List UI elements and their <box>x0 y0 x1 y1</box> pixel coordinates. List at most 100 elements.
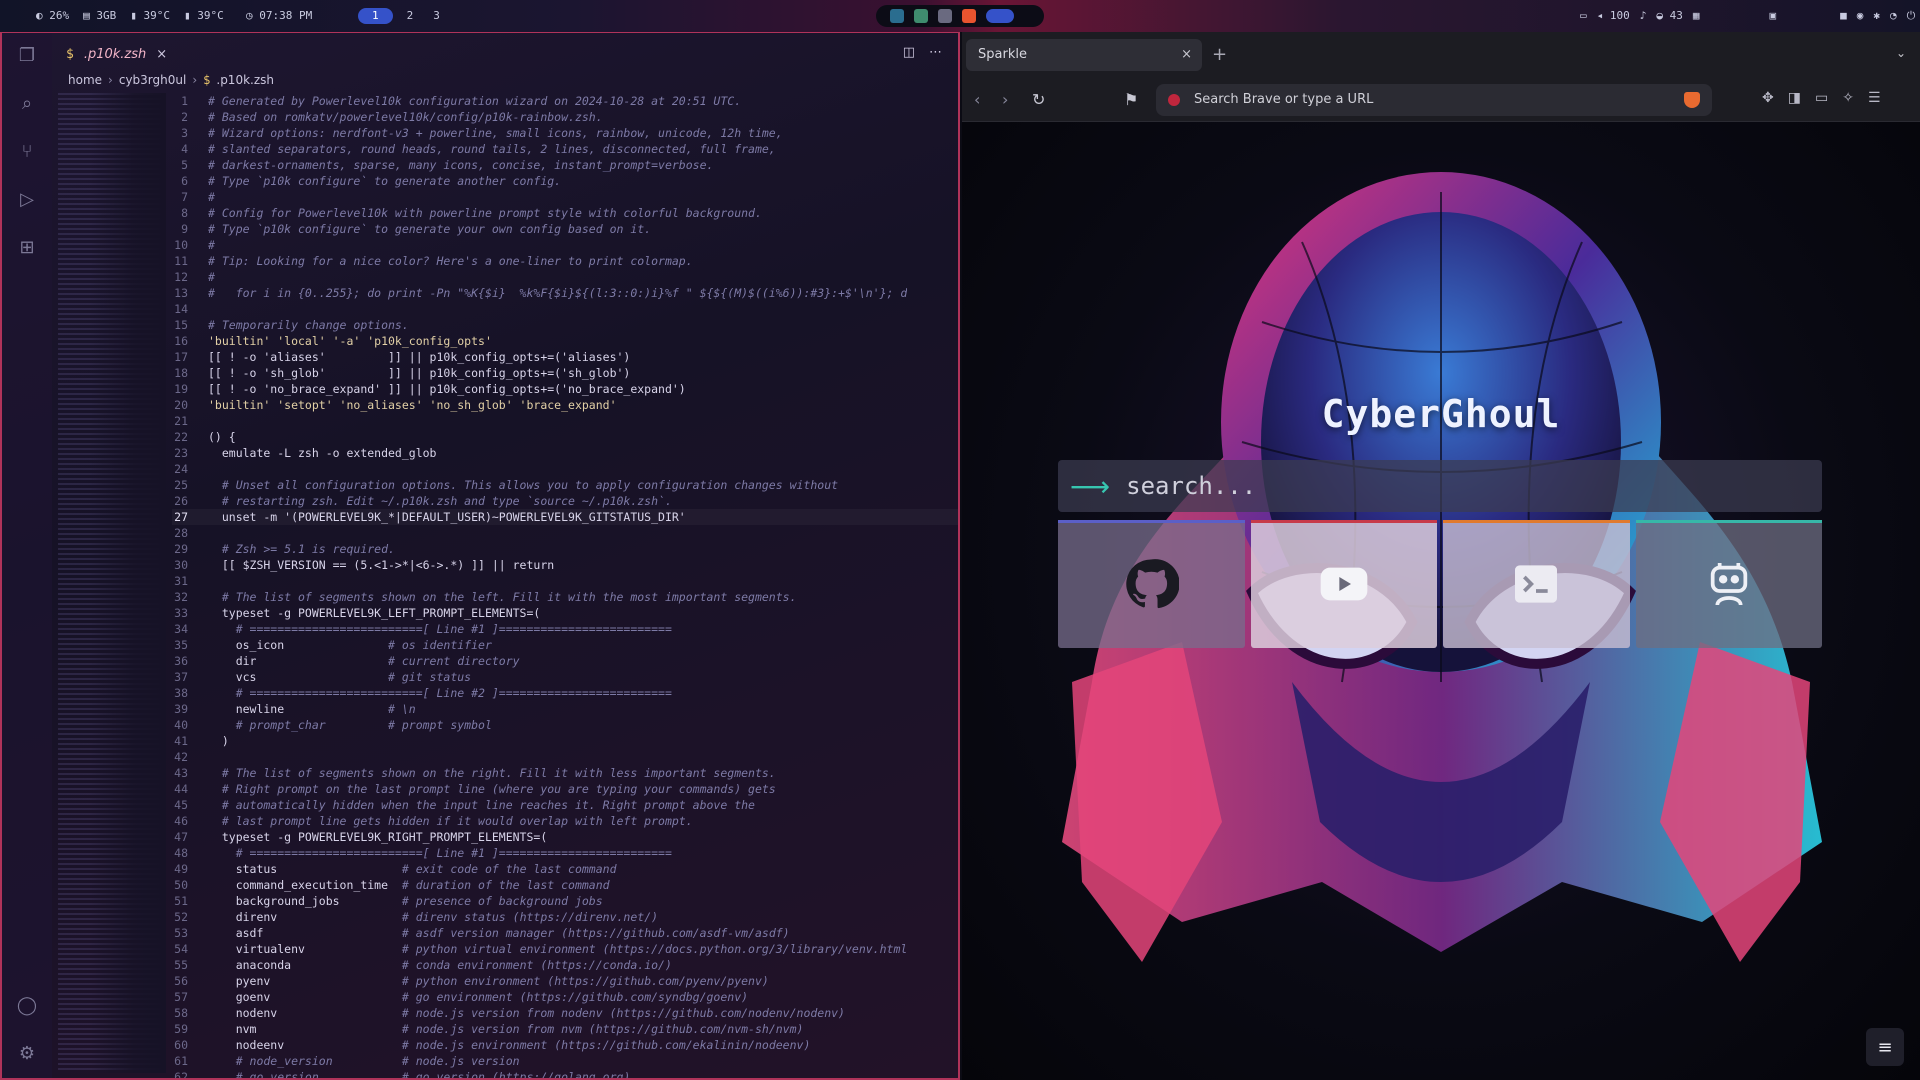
code-line[interactable]: 16 'builtin' 'local' '-a' 'p10k_config_op… <box>172 333 958 349</box>
breadcrumb-home[interactable]: home <box>68 73 102 87</box>
source-control-icon[interactable]: ⑂ <box>16 141 38 163</box>
code-line[interactable]: 20 'builtin' 'setopt' 'no_aliases' 'no_sh… <box>172 397 958 413</box>
code-line[interactable]: 2 # Based on romkatv/powerlevel10k/config… <box>172 109 958 125</box>
wallet-icon[interactable]: ▭ <box>1815 90 1828 106</box>
extensions-icon[interactable]: ⊞ <box>16 237 38 259</box>
more-actions-icon[interactable]: ⋯ <box>929 45 942 60</box>
code-area[interactable]: 1 # Generated by Powerlevel10k configurat… <box>172 93 958 1078</box>
code-line[interactable]: 25 # Unset all configuration options. Th… <box>172 477 958 493</box>
code-line[interactable]: 56 pyenv # python environment (https://g… <box>172 973 958 989</box>
shortcut-terminal[interactable] <box>1443 520 1630 648</box>
code-line[interactable]: 15 # Temporarily change options. <box>172 317 958 333</box>
code-line[interactable]: 3 # Wizard options: nerdfont-v3 + powerli… <box>172 125 958 141</box>
code-line[interactable]: 24 <box>172 461 958 477</box>
screen-icon[interactable]: ▣ <box>1770 9 1777 23</box>
run-debug-icon[interactable]: ▷ <box>16 189 38 211</box>
network-icon[interactable]: ◉ <box>1857 9 1864 23</box>
code-line[interactable]: 11 # Tip: Looking for a nice color? Here'… <box>172 253 958 269</box>
code-line[interactable]: 57 goenv # go environment (https://githu… <box>172 989 958 1005</box>
bluetooth-icon[interactable]: ✱ <box>1873 9 1880 23</box>
close-tab-icon[interactable]: × <box>156 47 167 62</box>
browser-tab[interactable]: Sparkle × <box>966 39 1202 71</box>
keyboard-icon[interactable]: ▦ <box>1693 9 1700 23</box>
brave-shields-icon[interactable] <box>1684 92 1700 108</box>
code-line[interactable]: 40 # prompt_char # prompt symbol <box>172 717 958 733</box>
menu-icon[interactable]: ☰ <box>1868 90 1881 106</box>
back-icon[interactable]: ‹ <box>974 90 980 109</box>
search-icon[interactable]: ⌕ <box>16 93 38 115</box>
customize-settings-icon[interactable]: ≡ <box>1866 1028 1904 1066</box>
search-box[interactable]: ⟶ <box>1058 460 1822 512</box>
settings-gear-icon[interactable]: ⚙ <box>16 1043 38 1065</box>
code-line[interactable]: 14 <box>172 301 958 317</box>
code-line[interactable]: 58 nodenv # node.js version from nodenv … <box>172 1005 958 1021</box>
code-line[interactable]: 52 direnv # direnv status (https://diren… <box>172 909 958 925</box>
extensions-icon[interactable]: ✥ <box>1762 90 1774 106</box>
code-line[interactable]: 45 # automatically hidden when the input… <box>172 797 958 813</box>
breadcrumb-user[interactable]: cyb3rgh0ul <box>119 73 186 87</box>
shortcut-github[interactable] <box>1058 520 1245 648</box>
brave-app-icon[interactable] <box>962 9 976 23</box>
editor-tab[interactable]: $ .p10k.zsh × <box>54 39 179 69</box>
code-line[interactable]: 33 typeset -g POWERLEVEL9K_LEFT_PROMPT_E… <box>172 605 958 621</box>
code-line[interactable]: 7 # <box>172 189 958 205</box>
code-line[interactable]: 31 <box>172 573 958 589</box>
code-line[interactable]: 44 # Right prompt on the last prompt lin… <box>172 781 958 797</box>
account-icon[interactable]: ◯ <box>16 995 38 1017</box>
code-line[interactable]: 61 # node_version # node.js version <box>172 1053 958 1069</box>
code-line[interactable]: 27 unset -m '(POWERLEVEL9K_*|DEFAULT_USE… <box>172 509 958 525</box>
code-line[interactable]: 30 [[ $ZSH_VERSION == (5.<1->*|<6->.*) ]… <box>172 557 958 573</box>
files-app-icon[interactable] <box>914 9 928 23</box>
notification-icon[interactable]: ◔ <box>1890 9 1897 23</box>
code-line[interactable]: 48 # =========================[ Line #1 … <box>172 845 958 861</box>
battery-indicator[interactable]: ◒ 43 <box>1656 9 1683 23</box>
code-line[interactable]: 5 # darkest-ornaments, sparse, many icons… <box>172 157 958 173</box>
screenshot-app-icon[interactable] <box>938 9 952 23</box>
code-line[interactable]: 32 # The list of segments shown on the l… <box>172 589 958 605</box>
code-line[interactable]: 6 # Type `p10k configure` to generate ano… <box>172 173 958 189</box>
workspace-switcher[interactable]: 1 2 3 <box>358 8 446 24</box>
code-line[interactable]: 53 asdf # asdf version manager (https://… <box>172 925 958 941</box>
shortcut-robot[interactable] <box>1635 520 1822 648</box>
code-line[interactable]: 26 # restarting zsh. Edit ~/.p10k.zsh an… <box>172 493 958 509</box>
code-line[interactable]: 46 # last prompt line gets hidden if it … <box>172 813 958 829</box>
code-line[interactable]: 51 background_jobs # presence of backgro… <box>172 893 958 909</box>
search-input[interactable] <box>1124 471 1725 501</box>
code-line[interactable]: 41 ) <box>172 733 958 749</box>
workspace-1[interactable]: 1 <box>358 8 393 24</box>
reload-icon[interactable]: ↻ <box>1032 90 1045 109</box>
code-line[interactable]: 18 [[ ! -o 'sh_glob' ]] || p10k_config_op… <box>172 365 958 381</box>
code-line[interactable]: 12 # <box>172 269 958 285</box>
code-line[interactable]: 10 # <box>172 237 958 253</box>
code-line[interactable]: 60 nodeenv # node.js environment (https:… <box>172 1037 958 1053</box>
code-line[interactable]: 28 <box>172 525 958 541</box>
code-line[interactable]: 23 emulate -L zsh -o extended_glob <box>172 445 958 461</box>
tab-list-chevron-icon[interactable]: ⌄ <box>1896 46 1906 60</box>
code-line[interactable]: 54 virtualenv # python virtual environme… <box>172 941 958 957</box>
code-line[interactable]: 55 anaconda # conda environment (https:/… <box>172 957 958 973</box>
code-line[interactable]: 8 # Config for Powerlevel10k with powerli… <box>172 205 958 221</box>
power-icon[interactable]: ⏻ <box>1907 9 1916 23</box>
code-line[interactable]: 47 typeset -g POWERLEVEL9K_RIGHT_PROMPT_… <box>172 829 958 845</box>
code-line[interactable]: 59 nvm # node.js version from nvm (https… <box>172 1021 958 1037</box>
split-editor-icon[interactable]: ◫ <box>903 45 915 60</box>
code-line[interactable]: 29 # Zsh >= 5.1 is required. <box>172 541 958 557</box>
workspace-3[interactable]: 3 <box>427 8 446 24</box>
code-app-icon[interactable] <box>890 9 904 23</box>
explorer-icon[interactable]: ❐ <box>16 45 38 67</box>
close-tab-icon[interactable]: × <box>1181 39 1192 71</box>
code-line[interactable]: 62 # go_version # go version (https://go… <box>172 1069 958 1078</box>
code-line[interactable]: 50 command_execution_time # duration of … <box>172 877 958 893</box>
breadcrumb-file[interactable]: .p10k.zsh <box>216 73 274 87</box>
code-line[interactable]: 36 dir # current directory <box>172 653 958 669</box>
forward-icon[interactable]: › <box>1002 90 1008 109</box>
code-line[interactable]: 34 # =========================[ Line #1 … <box>172 621 958 637</box>
terminal-app-icon[interactable] <box>986 9 1014 23</box>
code-line[interactable]: 13 # for i in {0..255}; do print -Pn "%K{… <box>172 285 958 301</box>
lock-icon[interactable]: ■ <box>1840 9 1847 23</box>
code-line[interactable]: 9 # Type `p10k configure` to generate you… <box>172 221 958 237</box>
sidebar-icon[interactable]: ◨ <box>1788 90 1801 106</box>
code-line[interactable]: 42 <box>172 749 958 765</box>
address-bar[interactable]: Search Brave or type a URL <box>1156 84 1712 116</box>
code-line[interactable]: 19 [[ ! -o 'no_brace_expand' ]] || p10k_c… <box>172 381 958 397</box>
